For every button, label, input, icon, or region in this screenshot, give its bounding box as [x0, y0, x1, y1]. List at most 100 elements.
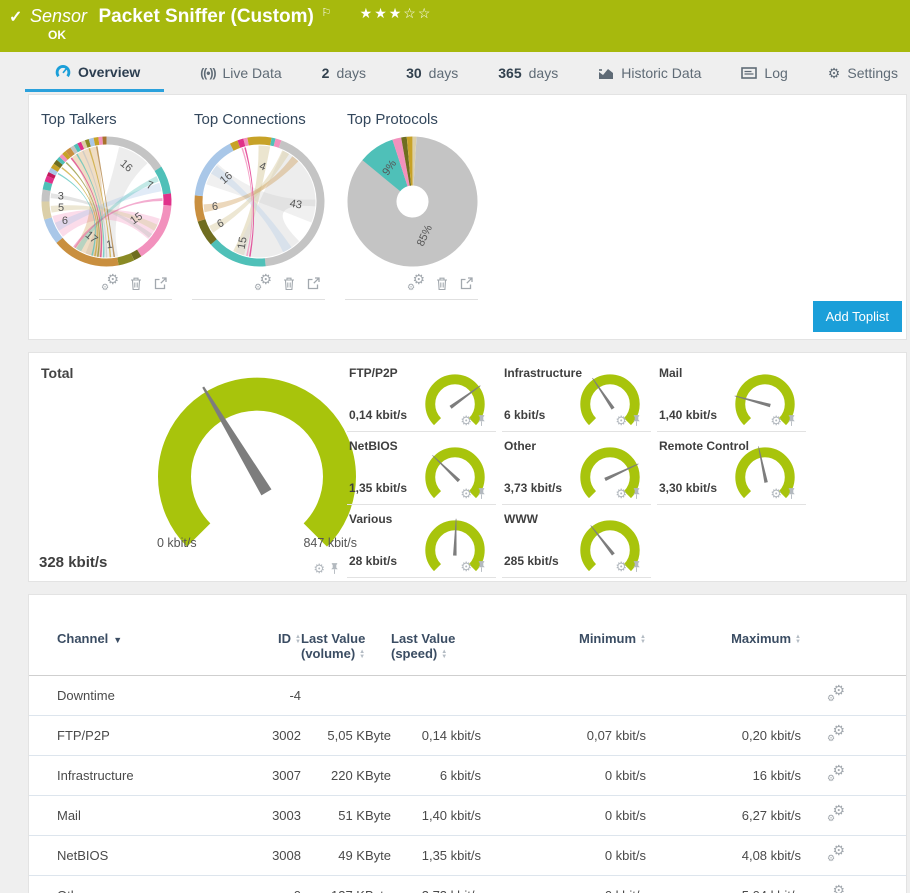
- tab-365-days[interactable]: 365 days: [494, 54, 562, 92]
- channel-label: Mail: [659, 366, 682, 380]
- tab-settings[interactable]: ⚙ Settings: [824, 54, 902, 92]
- external-link-icon[interactable]: [306, 276, 321, 291]
- tab-number: 30: [406, 65, 422, 81]
- minimum-value: 0 kbit/s: [481, 796, 646, 836]
- channel-table-panel: Channel▼ ID▲▼ Last Value (volume)▲▼ Last…: [28, 594, 907, 893]
- column-header-maximum[interactable]: Maximum▲▼: [646, 627, 801, 676]
- gauge-settings-icon[interactable]: ⚙: [615, 414, 627, 427]
- minimum-value: 0,07 kbit/s: [481, 716, 646, 756]
- channel-settings-icon[interactable]: ⚙⚙: [827, 806, 845, 822]
- add-toplist-button[interactable]: Add Toplist: [813, 301, 902, 332]
- channel-value: 6 kbit/s: [504, 408, 545, 422]
- trash-icon[interactable]: [129, 276, 143, 291]
- trash-icon[interactable]: [435, 276, 449, 291]
- gauge-settings-icon[interactable]: ⚙: [615, 487, 627, 500]
- last-value-volume: [301, 676, 391, 716]
- pin-icon[interactable]: [787, 414, 796, 427]
- pin-icon[interactable]: [477, 487, 486, 500]
- gauge-settings-icon[interactable]: ⚙: [770, 487, 782, 500]
- gauge-cell-other: Other 3,73 kbit/s ⚙: [502, 432, 651, 505]
- gauge-cell-infrastructure: Infrastructure 6 kbit/s ⚙: [502, 359, 651, 432]
- toplist-settings-icon[interactable]: ⚙⚙: [254, 275, 272, 291]
- gauge-settings-icon[interactable]: ⚙: [460, 414, 472, 427]
- tab-label: days: [529, 65, 559, 81]
- gauge-settings-icon[interactable]: ⚙: [615, 560, 627, 573]
- pin-icon[interactable]: [477, 560, 486, 573]
- channel-label: Total: [41, 365, 73, 381]
- channel-value: 1,40 kbit/s: [659, 408, 717, 422]
- column-header-id[interactable]: ID▲▼: [239, 627, 301, 676]
- column-header-minimum[interactable]: Minimum▲▼: [481, 627, 646, 676]
- pin-icon[interactable]: [787, 487, 796, 500]
- tab-live-data[interactable]: ((•)) Live Data: [196, 54, 285, 92]
- tab-historic-data[interactable]: Historic Data: [594, 54, 705, 92]
- toplist-settings-icon[interactable]: ⚙⚙: [407, 275, 425, 291]
- channel-name: FTP/P2P: [29, 716, 239, 756]
- tab-number: 365: [498, 65, 521, 81]
- tab-2-days[interactable]: 2 days: [318, 54, 370, 92]
- channel-label: Other: [504, 439, 536, 453]
- minimum-value: 0 kbit/s: [481, 836, 646, 876]
- channel-settings-icon[interactable]: ⚙⚙: [827, 886, 845, 893]
- svg-text:3: 3: [58, 191, 64, 203]
- gauge-cell-ftp-p2p: FTP/P2P 0,14 kbit/s ⚙: [347, 359, 496, 432]
- channel-id: 3003: [239, 796, 301, 836]
- pin-icon[interactable]: [632, 414, 641, 427]
- gauge-settings-icon[interactable]: ⚙: [313, 562, 325, 575]
- pin-icon[interactable]: [632, 487, 641, 500]
- top-talkers-chord-chart[interactable]: 16715117653: [39, 134, 174, 269]
- sort-icon: ▲▼: [441, 650, 447, 660]
- tab-30-days[interactable]: 30 days: [402, 54, 462, 92]
- maximum-value: 0,20 kbit/s: [646, 716, 801, 756]
- channel-value: 0,14 kbit/s: [349, 408, 407, 422]
- gauge-cell-remote-control: Remote Control 3,30 kbit/s ⚙: [657, 432, 806, 505]
- channel-settings-icon[interactable]: ⚙⚙: [827, 686, 845, 702]
- channel-name: Mail: [29, 796, 239, 836]
- tab-label: days: [429, 65, 459, 81]
- maximum-value: [646, 676, 801, 716]
- pin-icon[interactable]: [632, 560, 641, 573]
- toplist-top-talkers: Top Talkers 16715117653 ⚙⚙: [39, 109, 172, 300]
- page-title: Packet Sniffer (Custom): [99, 6, 314, 27]
- flag-icon[interactable]: ⚐: [321, 7, 331, 19]
- gauge-cell-www: WWW 285 kbit/s ⚙: [502, 505, 651, 578]
- channel-id: 3002: [239, 716, 301, 756]
- tab-overview[interactable]: Overview: [25, 54, 164, 92]
- gauges-panel: Total 0 kbit/s 847 kbit/s 328 kbit/s ⚙ F…: [28, 352, 907, 582]
- gauge-settings-icon[interactable]: ⚙: [460, 560, 472, 573]
- tab-bar: Overview ((•)) Live Data 2 days 30 days …: [0, 52, 910, 94]
- gauge-settings-icon[interactable]: ⚙: [460, 487, 472, 500]
- last-value-volume: 137 KByte: [301, 876, 391, 893]
- settings-gear-icon: ⚙: [828, 65, 841, 82]
- channel-id: 0: [239, 876, 301, 893]
- last-value-speed: 1,35 kbit/s: [391, 836, 481, 876]
- maximum-value: 6,27 kbit/s: [646, 796, 801, 836]
- channel-settings-icon[interactable]: ⚙⚙: [827, 726, 845, 742]
- channel-label: NetBIOS: [349, 439, 398, 453]
- gauge-cell-netbios: NetBIOS 1,35 kbit/s ⚙: [347, 432, 496, 505]
- external-link-icon[interactable]: [459, 276, 474, 291]
- trash-icon[interactable]: [282, 276, 296, 291]
- table-row-netbios: NetBIOS 3008 49 KByte 1,35 kbit/s 0 kbit…: [29, 836, 906, 876]
- channel-id: -4: [239, 676, 301, 716]
- sensor-header: ✓ Sensor Packet Sniffer (Custom) ⚐ ★★★☆☆…: [0, 0, 910, 52]
- channel-value: 285 kbit/s: [504, 554, 559, 568]
- gauge-settings-icon[interactable]: ⚙: [770, 414, 782, 427]
- channel-label: Infrastructure: [504, 366, 582, 380]
- toplist-settings-icon[interactable]: ⚙⚙: [101, 275, 119, 291]
- channel-settings-icon[interactable]: ⚙⚙: [827, 846, 845, 862]
- minimum-value: [481, 676, 646, 716]
- pin-icon[interactable]: [477, 414, 486, 427]
- channel-name: Other: [29, 876, 239, 893]
- external-link-icon[interactable]: [153, 276, 168, 291]
- pin-icon[interactable]: [330, 562, 339, 575]
- last-value-speed: [391, 676, 481, 716]
- column-header-last-value-volume[interactable]: Last Value (volume)▲▼: [301, 627, 391, 676]
- top-connections-chord-chart[interactable]: 443156616: [192, 134, 327, 269]
- tab-log[interactable]: Log: [737, 54, 791, 92]
- priority-stars[interactable]: ★★★☆☆: [360, 5, 433, 21]
- column-header-channel[interactable]: Channel▼: [29, 627, 239, 676]
- column-header-last-value-speed[interactable]: Last Value (speed)▲▼: [391, 627, 481, 676]
- top-protocols-pie-chart[interactable]: 9%85%: [345, 134, 480, 269]
- channel-settings-icon[interactable]: ⚙⚙: [827, 766, 845, 782]
